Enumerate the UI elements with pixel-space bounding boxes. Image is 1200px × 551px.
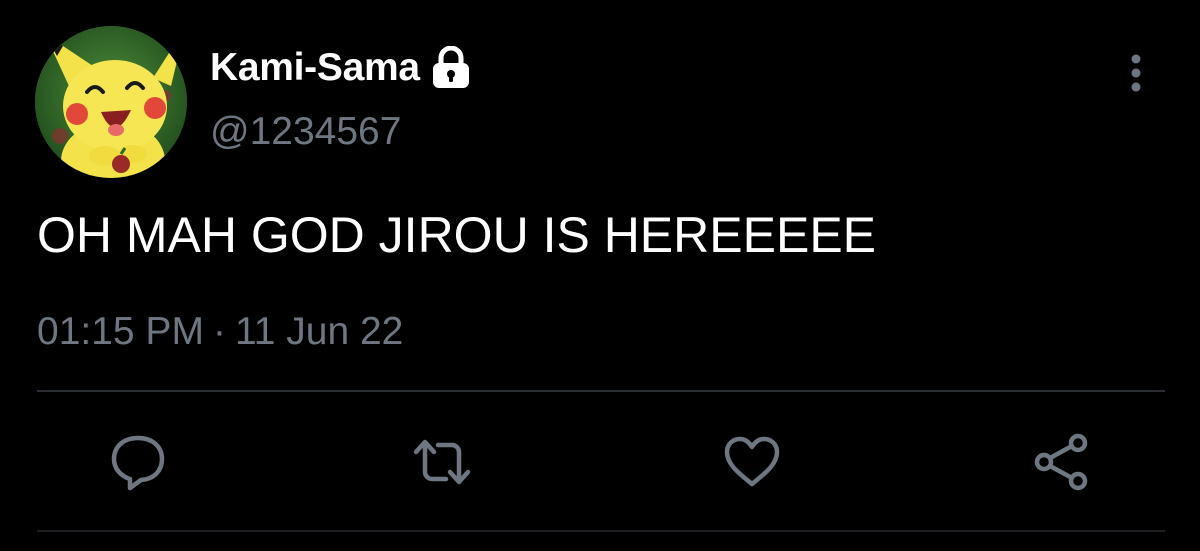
tweet-date: 11 Jun 22 [234, 310, 404, 353]
more-vertical-icon[interactable] [1121, 52, 1151, 94]
tweet-time: 01:15 PM [37, 310, 204, 353]
share-button[interactable] [1030, 430, 1094, 494]
meta-separator: · [212, 310, 226, 353]
like-button[interactable] [720, 430, 784, 494]
reply-button[interactable] [106, 430, 170, 494]
lock-icon [430, 45, 472, 90]
avatar[interactable] [35, 26, 187, 178]
share-icon [1034, 433, 1088, 491]
tweet-text: OH MAH GOD JIROU IS HEREEEEE [37, 207, 877, 263]
display-name[interactable]: Kami-Sama [210, 46, 420, 90]
retweet-icon [413, 439, 471, 485]
user-handle[interactable]: @1234567 [210, 110, 401, 154]
divider [37, 530, 1165, 532]
divider [37, 390, 1165, 392]
retweet-button[interactable] [410, 430, 474, 494]
speech-bubble-icon [111, 435, 165, 491]
pikachu-avatar-image [35, 26, 187, 178]
heart-icon [724, 436, 780, 487]
author-row: Kami-Sama [210, 44, 472, 92]
tweet-card: Kami-Sama @1234567 OH MAH GOD JIROU IS H… [0, 0, 1200, 551]
tweet-timestamp[interactable]: 01:15 PM · 11 Jun 22 [37, 310, 403, 354]
